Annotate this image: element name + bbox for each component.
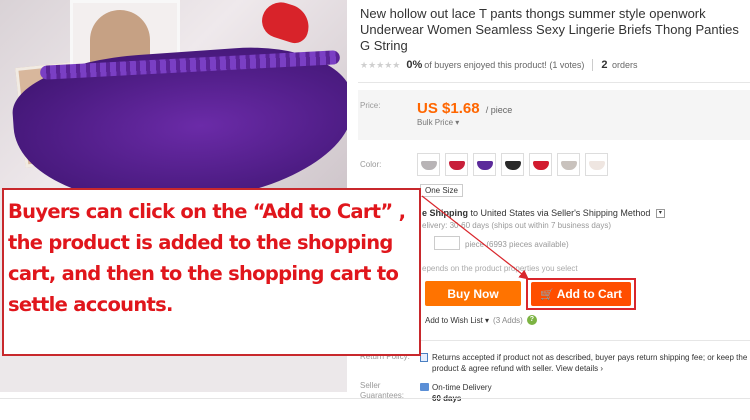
- rating-divider: [592, 59, 594, 71]
- annotation-callout: Buyers can click on the “Add to Cart” , …: [2, 188, 421, 356]
- callout-line: settle accounts.: [8, 293, 173, 316]
- rating-text: of buyers enjoyed this product! (1 votes…: [424, 60, 585, 70]
- shipping-row: e Shipping to United States via Seller's…: [422, 208, 665, 219]
- swatch-product-icon: [477, 161, 493, 170]
- shipping-to: to: [470, 208, 479, 218]
- orders-count-wrap: 2 orders: [601, 59, 637, 71]
- swatch-product-icon: [561, 161, 577, 170]
- rating-row: ★★★★★ 0% of buyers enjoyed this product!…: [360, 58, 745, 72]
- buy-now-button[interactable]: Buy Now: [425, 281, 521, 306]
- color-swatch[interactable]: [417, 153, 440, 176]
- title-divider: [358, 82, 750, 83]
- orders-count: 2: [601, 59, 608, 71]
- add-to-wishlist-link[interactable]: Add to Wish List ▾: [425, 316, 489, 325]
- color-swatch[interactable]: [473, 153, 496, 176]
- rating-percent: 0%: [406, 59, 423, 71]
- swatch-product-icon: [533, 161, 549, 170]
- callout-line: Buyers can click on the “Add to Cart” ,: [8, 200, 406, 223]
- quantity-stepper[interactable]: [434, 236, 460, 250]
- swatch-product-icon: [589, 161, 605, 170]
- size-option-one-size[interactable]: One Size: [420, 184, 463, 197]
- swatch-product-icon: [421, 161, 437, 170]
- color-swatch[interactable]: [501, 153, 524, 176]
- bottom-divider: [0, 398, 750, 399]
- color-swatch[interactable]: [529, 153, 552, 176]
- color-swatch[interactable]: [557, 153, 580, 176]
- swatch-product-icon: [505, 161, 521, 170]
- quantity-availability: piece (6993 pieces available): [465, 240, 569, 249]
- shipping-destination[interactable]: United States via Seller's Shipping Meth…: [481, 208, 651, 218]
- price-label: Price:: [360, 101, 381, 110]
- callout-line: the product is added to the shopping: [8, 231, 393, 254]
- return-policy-text: Returns accepted if product not as descr…: [432, 353, 748, 373]
- swatch-product-icon: [449, 161, 465, 170]
- color-swatch[interactable]: [585, 153, 608, 176]
- shipping-dropdown-icon[interactable]: ▾: [655, 209, 665, 219]
- price-value-wrap: US $1.68 / piece: [417, 100, 512, 117]
- document-icon: [420, 353, 428, 362]
- bulk-price-link[interactable]: Bulk Price ▾: [417, 118, 459, 127]
- wishlist-row: Add to Wish List ▾ (3 Adds) ?: [425, 315, 537, 325]
- on-time-delivery: On-time Delivery 60 days: [432, 382, 492, 404]
- price-unit: / piece: [485, 105, 513, 115]
- shipping-label: e Shipping: [422, 208, 468, 218]
- callout-line: cart, and then to the shopping cart to: [8, 262, 399, 285]
- color-swatch[interactable]: [445, 153, 468, 176]
- price-value: US $1.68: [417, 100, 480, 117]
- color-label: Color:: [360, 160, 382, 169]
- on-time-delivery-title: On-time Delivery: [432, 383, 492, 392]
- delivery-truck-icon: [420, 383, 429, 391]
- shipping-days: elivery: 30-60 days (ships out within 7 …: [422, 221, 611, 230]
- product-title: New hollow out lace T pants thongs summe…: [360, 6, 739, 53]
- add-to-cart-label: Add to Cart: [556, 287, 623, 301]
- add-to-cart-button[interactable]: 🛒 Add to Cart: [531, 282, 631, 306]
- cart-icon: 🛒: [539, 288, 554, 301]
- help-icon[interactable]: ?: [526, 315, 537, 325]
- wishlist-count: (3 Adds): [493, 315, 523, 325]
- rating-stars-icon: ★★★★★: [360, 59, 401, 70]
- color-swatches: [417, 153, 613, 176]
- orders-label: orders: [611, 60, 638, 70]
- total-price-note: epends on the product properties you sel…: [422, 264, 578, 273]
